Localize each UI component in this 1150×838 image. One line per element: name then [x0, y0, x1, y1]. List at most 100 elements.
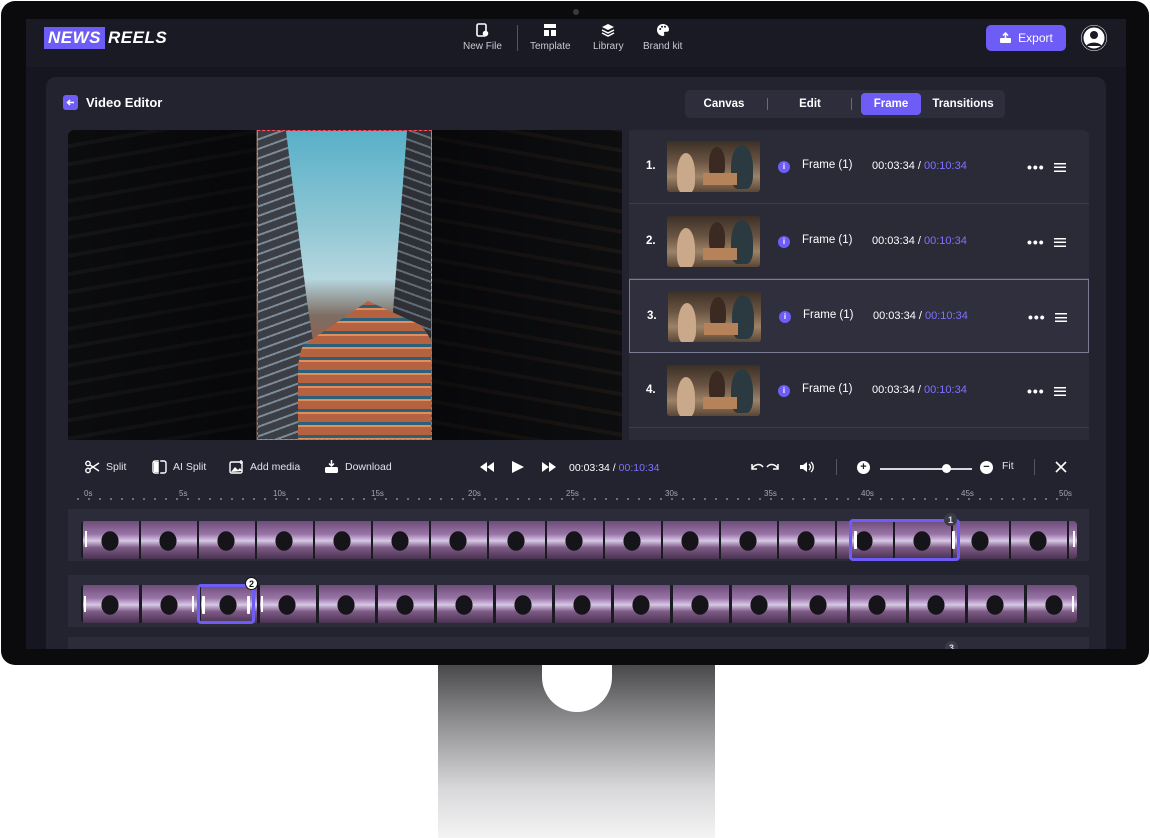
frame-thumbnail — [667, 365, 760, 416]
ruler-tick-label: 40s — [861, 489, 874, 498]
drag-handle-icon[interactable] — [1054, 238, 1066, 247]
frame-number: 2. — [646, 235, 656, 247]
selected-clip-handle-left[interactable] — [202, 596, 205, 614]
volume-icon[interactable] — [799, 461, 815, 473]
play-icon[interactable] — [510, 461, 526, 473]
tab-frame[interactable]: Frame — [861, 93, 921, 115]
user-icon — [1081, 25, 1107, 51]
clip-trim-handle[interactable] — [261, 596, 263, 612]
selected-clip-2[interactable] — [197, 584, 255, 624]
clip-trim-handle[interactable] — [84, 596, 86, 612]
frame-label: Frame (1) — [802, 234, 853, 246]
frame-time: 00:03:34 / 00:10:34 — [873, 310, 968, 322]
nav-template[interactable]: Template — [530, 23, 571, 52]
ruler-tick-label: 20s — [468, 489, 481, 498]
ruler-tick-label: 50s — [1059, 489, 1072, 498]
frame-row[interactable]: 2. i Frame (1) 00:03:34 / 00:10:34 ••• — [629, 205, 1089, 279]
info-icon[interactable]: i — [778, 385, 790, 397]
selected-clip-handle-left[interactable] — [854, 531, 857, 549]
clip-trim-handle[interactable] — [1072, 596, 1074, 612]
nav-new-file-label: New File — [463, 41, 502, 52]
drag-handle-icon[interactable] — [1054, 387, 1066, 396]
scissors-icon — [85, 460, 100, 474]
more-options-icon[interactable]: ••• — [1027, 383, 1045, 399]
add-media-button[interactable]: Add media — [229, 460, 300, 474]
frame-thumbnail — [667, 141, 760, 192]
selected-clip-1[interactable] — [849, 519, 960, 561]
template-icon — [544, 24, 557, 36]
user-avatar[interactable] — [1081, 25, 1107, 51]
clip-trim-handle[interactable] — [192, 596, 194, 612]
nav-new-file[interactable]: New File — [463, 23, 502, 52]
info-icon[interactable]: i — [778, 236, 790, 248]
zoom-in-icon[interactable]: + — [857, 461, 870, 474]
export-button[interactable]: Export — [986, 25, 1066, 51]
more-options-icon[interactable]: ••• — [1027, 159, 1045, 175]
undo-redo-icon[interactable] — [750, 461, 780, 473]
clip-trim-handle[interactable] — [1073, 531, 1075, 547]
nav-brand-kit-label: Brand kit — [643, 41, 683, 52]
download-icon — [325, 460, 338, 473]
download-button[interactable]: Download — [324, 460, 392, 474]
zoom-slider-knob[interactable] — [941, 464, 951, 473]
frame-time: 00:03:34 / 00:10:34 — [872, 384, 967, 396]
frame-row-selected[interactable]: 3. i Frame (1) 00:03:34 / 00:10:34 ••• — [629, 279, 1089, 353]
frame-thumbnail — [667, 216, 760, 267]
ai-split-button[interactable]: AI Split — [152, 460, 206, 474]
export-label: Export — [1018, 31, 1053, 45]
nav-template-label: Template — [530, 41, 571, 52]
ruler-tick-label: 15s — [371, 489, 384, 498]
selected-clip-handle-right[interactable] — [952, 531, 955, 549]
monitor-bezel: NEWS REELS New File Template Library Bra… — [1, 1, 1149, 665]
zoom-out-icon[interactable]: − — [980, 461, 993, 474]
ruler-tick-label: 5s — [179, 489, 188, 498]
frame-row[interactable]: 4. i Frame (1) 00:03:34 / 00:10:34 ••• — [629, 354, 1089, 428]
more-options-icon[interactable]: ••• — [1028, 309, 1046, 325]
more-options-icon[interactable]: ••• — [1027, 234, 1045, 250]
clip-badge: 1 — [944, 513, 957, 526]
selected-clip-handle-right[interactable] — [247, 596, 250, 614]
export-icon — [1000, 32, 1012, 43]
tab-divider — [767, 98, 768, 110]
zoom-slider[interactable] — [880, 468, 972, 470]
tab-edit[interactable]: Edit — [775, 93, 845, 115]
timeline-ruler[interactable]: 0s 5s 10s 15s 20s 25s 30s 35s 40s 45s 50… — [68, 489, 1089, 505]
frame-number: 4. — [646, 384, 656, 396]
tab-canvas[interactable]: Canvas — [689, 93, 759, 115]
info-icon[interactable]: i — [778, 161, 790, 173]
tab-transitions[interactable]: Transitions — [925, 93, 1001, 115]
back-arrow-icon[interactable] — [63, 95, 78, 110]
preview-background-right — [432, 130, 622, 440]
drag-handle-icon[interactable] — [1054, 163, 1066, 172]
fast-forward-icon[interactable] — [541, 461, 557, 473]
ai-split-label: AI Split — [173, 461, 207, 473]
timeline-toolbar: Split AI Split Add media Download 00:03:… — [68, 447, 1089, 491]
nav-brand-kit[interactable]: Brand kit — [643, 23, 682, 52]
brand-logo[interactable]: NEWS REELS — [44, 27, 167, 49]
info-icon[interactable]: i — [779, 311, 791, 323]
logo-news: NEWS — [44, 27, 105, 49]
frame-label: Frame (1) — [803, 309, 854, 321]
fit-button[interactable]: Fit — [1002, 460, 1014, 472]
timeline-track-3 — [68, 637, 1089, 649]
frame-label: Frame (1) — [802, 383, 853, 395]
top-bar: NEWS REELS New File Template Library Bra… — [26, 19, 1126, 67]
toolbar-divider — [1034, 459, 1035, 475]
nav-library[interactable]: Library — [593, 23, 624, 52]
canvas-preview[interactable] — [68, 130, 622, 440]
rewind-icon[interactable] — [479, 461, 495, 473]
app-screen: NEWS REELS New File Template Library Bra… — [26, 19, 1126, 649]
preview-background-left — [68, 130, 256, 440]
ai-split-icon — [152, 460, 167, 474]
clip-badge: 3 — [945, 641, 958, 649]
frame-time: 00:03:34 / 00:10:34 — [872, 235, 967, 247]
add-media-icon — [229, 460, 243, 474]
clip-trim-handle[interactable] — [85, 531, 87, 547]
close-icon[interactable] — [1055, 461, 1067, 473]
drag-handle-icon[interactable] — [1055, 313, 1067, 322]
frame-row[interactable]: 1. i Frame (1) 00:03:34 / 00:10:34 ••• — [629, 130, 1089, 204]
crop-frame[interactable] — [257, 130, 432, 440]
camera-dot — [573, 9, 579, 15]
frame-list: 1. i Frame (1) 00:03:34 / 00:10:34 ••• 2… — [629, 130, 1089, 440]
split-button[interactable]: Split — [85, 460, 126, 474]
